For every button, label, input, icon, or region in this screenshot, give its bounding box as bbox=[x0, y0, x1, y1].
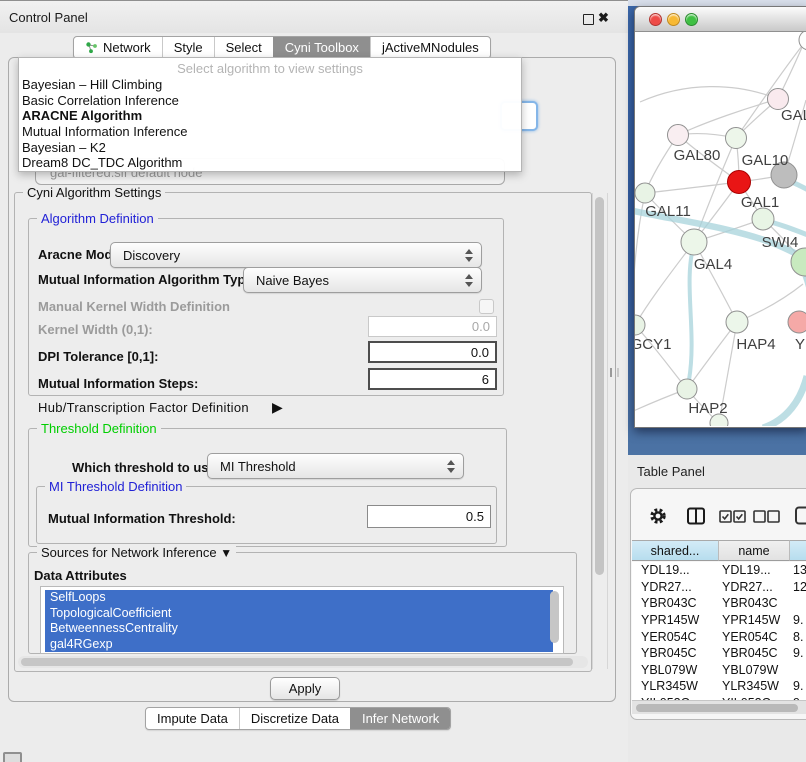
column-header-partial[interactable] bbox=[790, 540, 806, 561]
table-row[interactable]: YLR345WYLR345W9. bbox=[632, 678, 806, 695]
cell: YPR145W bbox=[632, 613, 718, 627]
node[interactable] bbox=[668, 125, 689, 146]
node-selected[interactable] bbox=[728, 171, 751, 194]
zoom-window-icon[interactable] bbox=[685, 13, 698, 26]
hide-columns-icon[interactable] bbox=[753, 509, 780, 527]
cell: YDL19... bbox=[632, 563, 718, 577]
menu-item[interactable]: Bayesian – Hill Climbing bbox=[19, 77, 521, 93]
cell: YDL19... bbox=[718, 563, 790, 577]
table-row[interactable]: YDR27...YDR27...12 bbox=[632, 579, 806, 596]
network-graph: GAL GAL80 GAL10 GAL1 GAL11 SWI4 GAL4 GCY… bbox=[635, 32, 806, 426]
cell: 12 bbox=[790, 580, 806, 594]
minimize-window-icon[interactable] bbox=[667, 13, 680, 26]
show-selected-columns-icon[interactable] bbox=[719, 509, 746, 527]
network-window-titlebar[interactable] bbox=[635, 7, 806, 32]
node-label: HAP2 bbox=[688, 400, 727, 417]
table-row[interactable]: YBR045CYBR045C9. bbox=[632, 645, 806, 662]
network-canvas[interactable]: GAL GAL80 GAL10 GAL1 GAL11 SWI4 GAL4 GCY… bbox=[635, 32, 806, 426]
table-body: YDL19...YDL19...13 YDR27...YDR27...12 YB… bbox=[632, 562, 806, 700]
table-panel-title: Table Panel bbox=[637, 464, 705, 479]
node[interactable] bbox=[788, 311, 806, 333]
node-label: GAL10 bbox=[742, 152, 789, 169]
table-row[interactable]: YBR043CYBR043C bbox=[632, 595, 806, 612]
network-window[interactable]: GAL GAL80 GAL10 GAL1 GAL11 SWI4 GAL4 GCY… bbox=[634, 6, 806, 428]
cell: YER054C bbox=[632, 630, 718, 644]
algorithm-dropdown-popup: Select algorithm to view settings Bayesi… bbox=[18, 57, 522, 172]
column-header-name[interactable]: name bbox=[718, 540, 790, 561]
cell: 9. bbox=[790, 613, 806, 627]
scrollbar-thumb[interactable] bbox=[636, 704, 798, 712]
node[interactable] bbox=[799, 32, 806, 50]
node-label: GAL bbox=[781, 107, 806, 124]
cell: YLR345W bbox=[718, 679, 790, 693]
node[interactable] bbox=[752, 208, 774, 230]
cell: YBL079W bbox=[632, 663, 718, 677]
cell: YBR045C bbox=[632, 646, 718, 660]
cell: YBR045C bbox=[718, 646, 790, 660]
node-label: GAL1 bbox=[741, 194, 779, 211]
menu-item-selected[interactable]: ARACNE Algorithm bbox=[19, 108, 521, 124]
cell: YLR345W bbox=[632, 679, 718, 693]
cell: 9. bbox=[790, 646, 806, 660]
node-label: Y bbox=[795, 336, 805, 353]
menu-item[interactable]: Dream8 DC_TDC Algorithm bbox=[19, 155, 521, 171]
algorithm-popup-hint: Select algorithm to view settings bbox=[19, 58, 521, 77]
menu-item[interactable]: Bayesian – K2 bbox=[19, 140, 521, 156]
node[interactable] bbox=[677, 379, 697, 399]
cell: 13 bbox=[790, 563, 806, 577]
node-label: HAP4 bbox=[736, 336, 775, 353]
node[interactable] bbox=[681, 229, 707, 255]
node-labels: GAL GAL80 GAL10 GAL1 GAL11 SWI4 GAL4 GCY… bbox=[635, 107, 806, 417]
cell: YDR27... bbox=[718, 580, 790, 594]
table-row[interactable]: YDL19...YDL19...13 bbox=[632, 562, 806, 579]
table-function-icon[interactable] bbox=[795, 506, 806, 529]
cell: YER054C bbox=[718, 630, 790, 644]
menu-item[interactable]: Mutual Information Inference bbox=[19, 124, 521, 140]
cell: YBR043C bbox=[718, 596, 790, 610]
column-header-shared-name[interactable]: shared... bbox=[632, 540, 718, 561]
node-label: GAL11 bbox=[645, 203, 691, 220]
table-row[interactable]: YPR145WYPR145W9. bbox=[632, 612, 806, 629]
gear-icon[interactable] bbox=[648, 506, 668, 529]
node[interactable] bbox=[635, 315, 645, 335]
node-label: GAL4 bbox=[694, 256, 732, 273]
cell: YBR043C bbox=[632, 596, 718, 610]
close-window-icon[interactable] bbox=[649, 13, 662, 26]
table-row[interactable]: YER054CYER054C8. bbox=[632, 628, 806, 645]
node-label: SWI4 bbox=[762, 234, 799, 251]
cell: 9. bbox=[790, 679, 806, 693]
node-label: GAL80 bbox=[674, 147, 721, 164]
cell: 8. bbox=[790, 630, 806, 644]
table-row[interactable]: YBL079WYBL079W bbox=[632, 662, 806, 679]
table-horizontal-scrollbar[interactable] bbox=[632, 700, 806, 714]
node[interactable] bbox=[726, 311, 748, 333]
menu-item[interactable]: Basic Correlation Inference bbox=[19, 93, 521, 109]
node-label: GCY1 bbox=[635, 336, 671, 353]
cell: YDR27... bbox=[632, 580, 718, 594]
application-screen: Control Panel ✖ Network Style Se bbox=[0, 0, 806, 762]
node[interactable] bbox=[726, 128, 747, 149]
node[interactable] bbox=[635, 183, 655, 203]
cell: YPR145W bbox=[718, 613, 790, 627]
split-columns-icon[interactable] bbox=[686, 506, 706, 529]
cell: YBL079W bbox=[718, 663, 790, 677]
